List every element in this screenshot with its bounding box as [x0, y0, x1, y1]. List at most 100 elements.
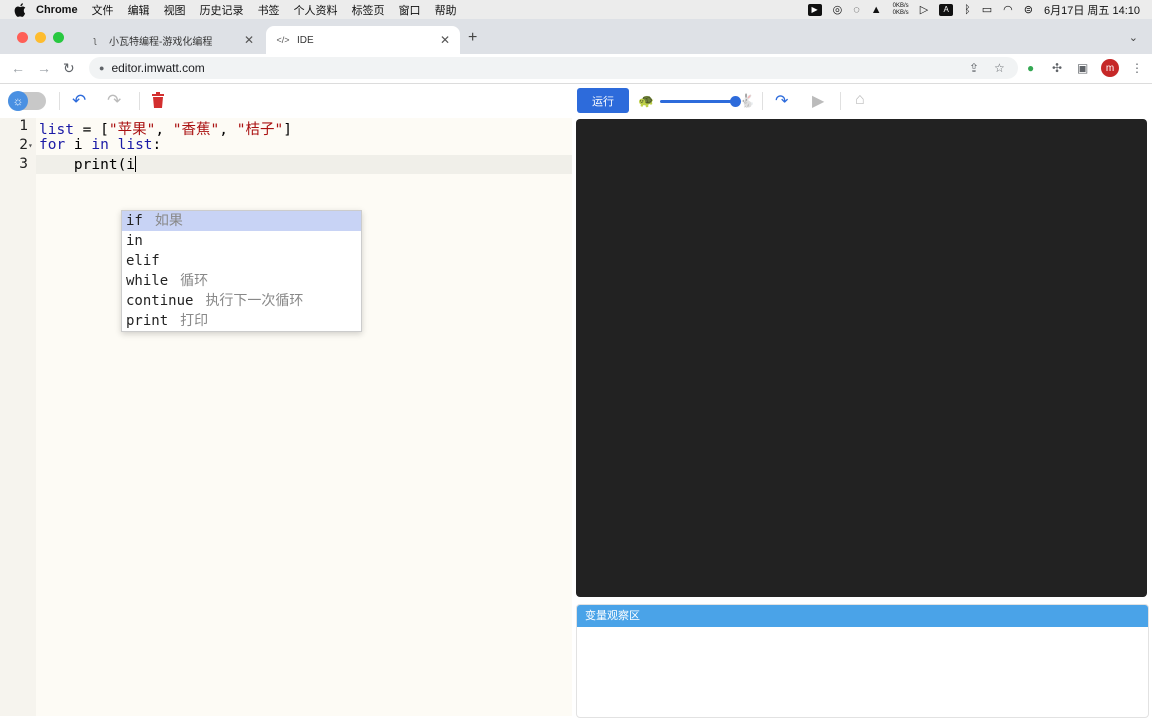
wifi-icon[interactable]: ◠ [1003, 3, 1013, 16]
tab-close-icon[interactable]: ✕ [244, 33, 254, 47]
bookmark-star-icon[interactable]: ☆ [994, 61, 1005, 75]
menu-help[interactable]: 帮助 [435, 2, 457, 18]
network-speed: 0KB/s 0KB/s [893, 3, 909, 17]
play-circle-icon[interactable]: ▷ [920, 3, 928, 16]
theme-toggle[interactable]: ☼ [8, 91, 46, 111]
broom-icon[interactable]: ⌂ [855, 91, 865, 109]
code-line[interactable]: for i in list: [39, 137, 161, 153]
lock-icon[interactable]: ● [99, 63, 104, 73]
code-token: , [219, 122, 237, 138]
profile-avatar[interactable]: m [1101, 59, 1119, 77]
autocomplete-popup: if 如果 in elif while 循环 continue 执行下一次循环 print 打印 [121, 210, 362, 332]
menu-bookmarks[interactable]: 书签 [258, 2, 280, 18]
trash-icon[interactable] [151, 92, 165, 113]
maximize-window-button[interactable] [53, 32, 64, 43]
address-bar[interactable]: ● editor.imwatt.com [89, 57, 1018, 79]
step-forward-icon[interactable]: ▶ [812, 91, 824, 111]
forward-arrow-icon[interactable]: → [37, 60, 51, 76]
code-token: list [39, 122, 74, 138]
step-over-icon[interactable]: ↷ [775, 91, 788, 111]
autocomplete-item[interactable]: if 如果 [122, 211, 361, 231]
toolbar-divider [139, 92, 140, 110]
menu-tab[interactable]: 标签页 [352, 2, 385, 18]
more-menu-icon[interactable]: ⋮ [1131, 61, 1143, 75]
line-gutter [0, 118, 36, 716]
share-icon[interactable]: ⇪ [969, 61, 979, 75]
tab-close-icon[interactable]: ✕ [440, 33, 450, 47]
code-token: print(i [39, 157, 136, 173]
autocomplete-item[interactable]: continue 执行下一次循环 [122, 291, 361, 311]
clock[interactable]: 6月17日 周五 14:10 [1044, 2, 1140, 18]
autocomplete-item[interactable]: print 打印 [122, 311, 361, 331]
code-editor[interactable]: 1 2 ▾ 3 list = ["苹果", "香蕉", "桔子"] for i … [0, 118, 572, 716]
autocomplete-hint: 循环 [180, 273, 209, 289]
tab-ide[interactable]: </> IDE ✕ [266, 26, 460, 54]
code-token: "香蕉" [172, 122, 220, 138]
menu-edit[interactable]: 编辑 [128, 2, 150, 18]
code-token: : [152, 137, 162, 153]
sync-icon[interactable]: ◎ [833, 3, 843, 16]
autocomplete-keyword: while [126, 273, 169, 289]
menu-view[interactable]: 视图 [164, 2, 186, 18]
video-icon[interactable]: ▶ [807, 3, 822, 16]
rabbit-icon: 🐇 [739, 93, 756, 108]
autocomplete-keyword: continue [126, 293, 194, 309]
extension-ball-icon[interactable]: ● [1027, 61, 1034, 75]
line-number: 3 [19, 156, 28, 172]
reload-icon[interactable]: ↻ [63, 60, 75, 77]
code-token: for [39, 137, 66, 153]
editor-toolbar: ☼ ↶ ↷ [0, 84, 574, 118]
apple-icon[interactable] [14, 2, 28, 17]
autocomplete-hint: 打印 [180, 313, 209, 329]
bluetooth-icon[interactable]: ᛒ [964, 4, 971, 16]
watt-favicon-icon: ʅ [94, 35, 96, 45]
fold-arrow-icon[interactable]: ▾ [28, 141, 33, 150]
toolbar-divider [59, 92, 60, 110]
input-method-icon[interactable]: A [939, 3, 954, 16]
menu-file[interactable]: 文件 [92, 2, 114, 18]
redo-icon[interactable]: ↷ [107, 91, 121, 111]
autocomplete-item[interactable]: while 循环 [122, 271, 361, 291]
output-canvas [576, 119, 1147, 597]
autocomplete-keyword: in [126, 233, 143, 249]
menu-profiles[interactable]: 个人资料 [294, 2, 338, 18]
run-button[interactable]: 运行 [577, 88, 629, 113]
tab-imwatt-home[interactable]: ʅ 小瓦特编程-游戏化编程 ✕ [78, 26, 264, 54]
autocomplete-keyword: elif [126, 253, 160, 269]
back-arrow-icon[interactable]: ← [11, 60, 25, 76]
code-token: list [117, 137, 153, 153]
browser-toolbar: ← → ↻ ● editor.imwatt.com ⇪ ☆ ● ✣ ▣ m ⋮ [0, 54, 1152, 84]
autocomplete-item[interactable]: in [122, 231, 361, 251]
code-line[interactable]: list = ["苹果", "香蕉", "桔子"] [39, 118, 292, 139]
menu-history[interactable]: 历史记录 [200, 2, 244, 18]
variable-watch-title: 变量观察区 [577, 605, 1148, 627]
extensions-puzzle-icon[interactable]: ✣ [1052, 61, 1062, 75]
new-tab-plus-icon[interactable]: + [468, 29, 477, 47]
net-down-speed: 0KB/s [892, 9, 909, 16]
menubar-app-name[interactable]: Chrome [36, 4, 78, 16]
control-center-icon[interactable]: ⊜ [1024, 3, 1033, 16]
minimize-window-button[interactable] [35, 32, 46, 43]
code-token: "苹果" [108, 122, 156, 138]
code-token: i [65, 137, 92, 153]
cat-icon[interactable]: ▲ [871, 4, 882, 16]
undo-icon[interactable]: ↶ [72, 91, 86, 111]
net-up-speed: 0KB/s [892, 2, 909, 9]
code-line[interactable]: print(i [39, 156, 137, 173]
close-window-button[interactable] [17, 32, 28, 43]
side-panel-icon[interactable]: ▣ [1077, 61, 1088, 75]
chat-icon[interactable]: ◌ [853, 4, 860, 16]
line-number: 2 [19, 137, 28, 153]
autocomplete-keyword: print [126, 313, 169, 329]
code-token: "桔子" [236, 122, 284, 138]
tab-search-chevron-icon[interactable]: ⌄ [1129, 31, 1138, 44]
battery-icon[interactable]: ▭ [982, 3, 992, 16]
autocomplete-item[interactable]: elif [122, 251, 361, 271]
menubar-status-area: ▶ ◎ ◌ ▲ 0KB/s 0KB/s ▷ A ᛒ ▭ ◠ ⊜ 6月17日 周五… [807, 0, 1140, 19]
speed-slider[interactable] [660, 96, 741, 107]
tab-strip: ʅ 小瓦特编程-游戏化编程 ✕ </> IDE ✕ + ⌄ [0, 19, 1152, 54]
code-token: , [155, 122, 173, 138]
menu-window[interactable]: 窗口 [399, 2, 421, 18]
toolbar-divider [762, 92, 763, 110]
